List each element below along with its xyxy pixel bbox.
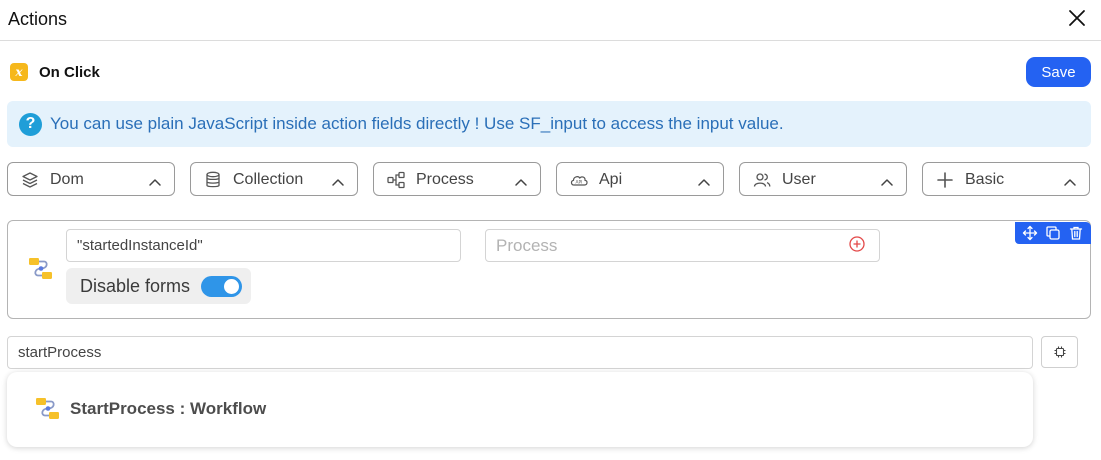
card-toolbar [1015, 222, 1091, 244]
users-icon [752, 170, 772, 190]
copy-icon[interactable] [1045, 225, 1061, 241]
suggestion-item[interactable]: StartProcess : Workflow [7, 372, 1033, 447]
category-label: Api [599, 171, 623, 188]
close-icon[interactable] [1066, 7, 1088, 29]
save-button[interactable]: Save [1026, 57, 1091, 87]
chip-icon [1054, 346, 1065, 358]
category-api-button[interactable]: API Api [556, 162, 724, 196]
chevron-up-icon [697, 174, 711, 186]
disable-forms-option: Disable forms [66, 268, 251, 304]
category-process-button[interactable]: Process [373, 162, 541, 196]
category-basic-button[interactable]: Basic [922, 162, 1090, 196]
category-label: User [782, 171, 816, 188]
chevron-up-icon [148, 174, 162, 186]
action-search-input[interactable] [7, 336, 1033, 369]
chevron-up-icon [880, 174, 894, 186]
workflow-icon [27, 255, 55, 283]
result-key-input[interactable] [66, 229, 461, 262]
suggestion-label: StartProcess : Workflow [70, 399, 267, 418]
category-user-button[interactable]: User [739, 162, 907, 196]
info-text: You can use plain JavaScript inside acti… [50, 114, 784, 133]
info-banner: ? You can use plain JavaScript inside ac… [7, 101, 1091, 147]
chevron-up-icon [1063, 174, 1077, 186]
database-icon [203, 170, 223, 190]
category-collection-button[interactable]: Collection [190, 162, 358, 196]
event-row: x On Click [10, 62, 100, 82]
dialog-header: Actions [0, 0, 1101, 41]
move-icon[interactable] [1022, 225, 1038, 241]
category-label: Collection [233, 171, 304, 188]
chevron-up-icon [514, 174, 528, 186]
suggestion-list: StartProcess : Workflow [7, 372, 1033, 447]
variable-x-icon: x [10, 63, 28, 81]
category-label: Basic [965, 171, 1005, 188]
category-label: Dom [50, 171, 84, 188]
category-dom-button[interactable]: Dom [7, 162, 175, 196]
process-flow-icon [386, 170, 406, 190]
layers-icon [20, 170, 40, 190]
chevron-up-icon [331, 174, 345, 186]
toggle-knob [224, 279, 239, 294]
settings-button[interactable] [1041, 336, 1078, 368]
action-card: Disable forms [7, 220, 1091, 319]
question-circle-icon: ? [19, 112, 42, 136]
trash-icon[interactable] [1068, 225, 1084, 241]
process-input[interactable] [485, 229, 880, 262]
cloud-api-icon: API [569, 170, 589, 190]
disable-forms-label: Disable forms [80, 276, 191, 296]
dialog-title: Actions [8, 9, 68, 29]
plus-icon [935, 170, 955, 190]
svg-text:API: API [576, 180, 583, 186]
workflow-icon [34, 395, 62, 423]
event-label: On Click [39, 63, 100, 81]
disable-forms-toggle[interactable] [201, 276, 242, 297]
category-label: Process [416, 171, 474, 188]
add-circle-icon[interactable] [848, 235, 866, 253]
